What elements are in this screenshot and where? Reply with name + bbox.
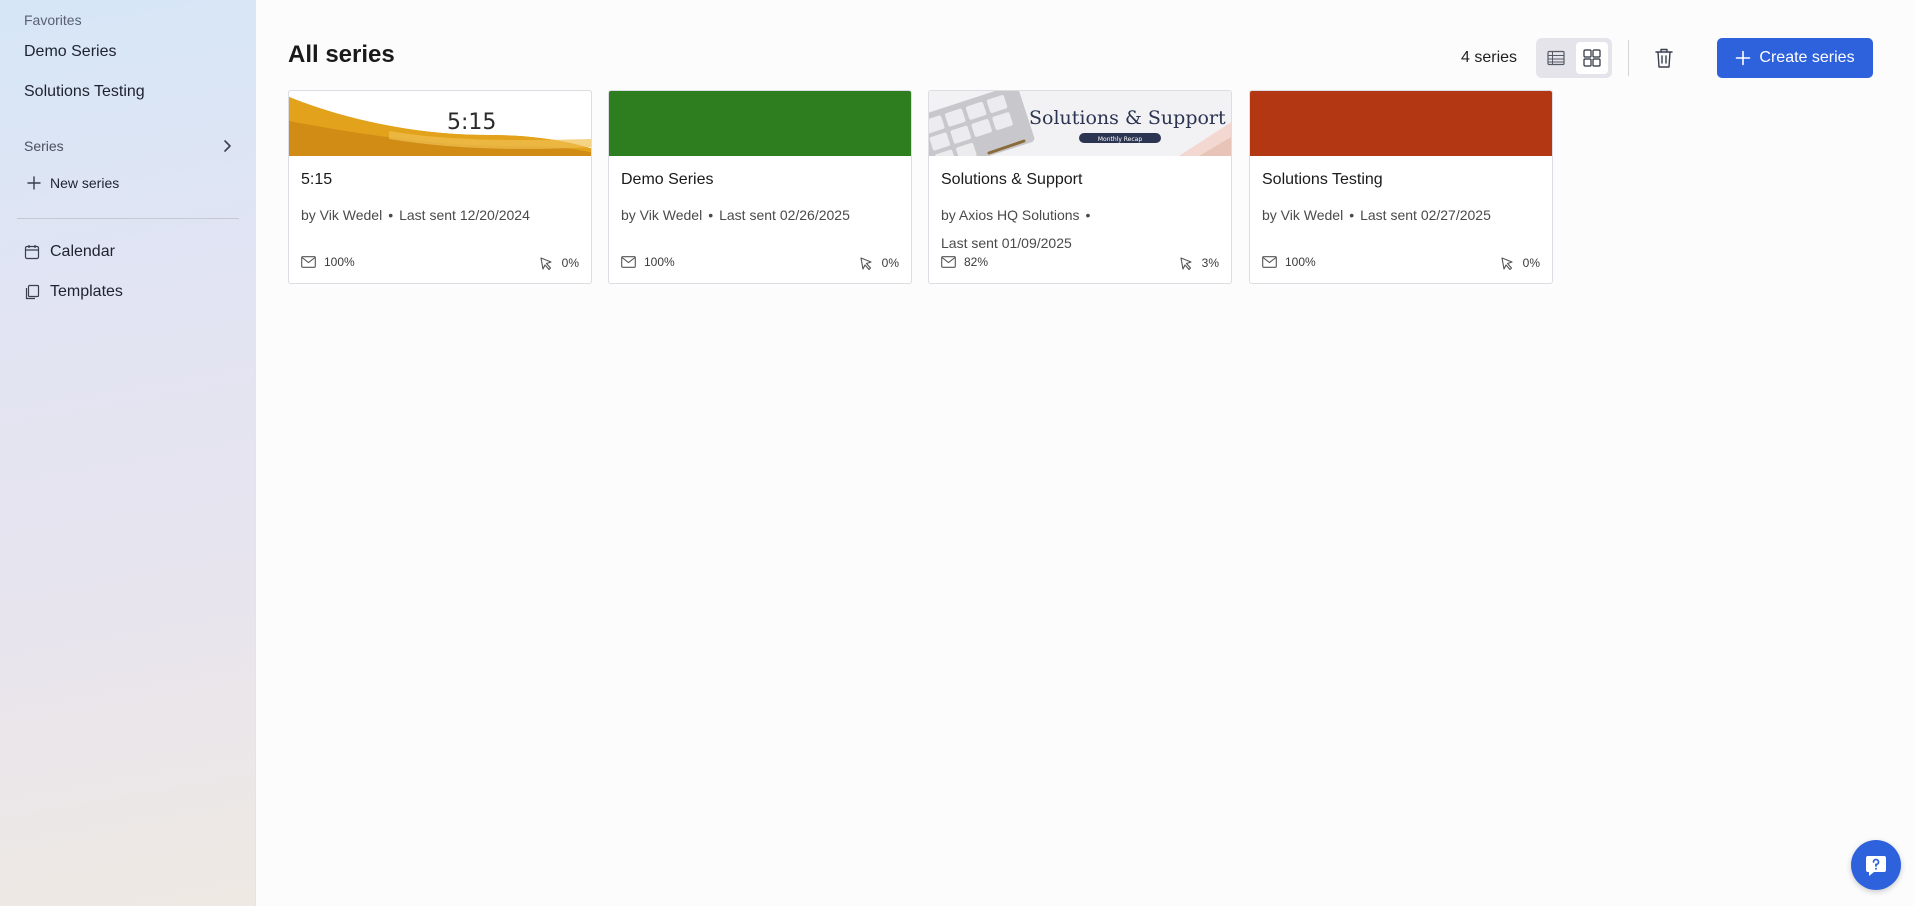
trash-icon (1654, 47, 1674, 69)
open-rate-value: 100% (324, 255, 355, 269)
card-last-sent: Last sent 02/27/2025 (1360, 207, 1491, 223)
banner-subtext: Monthly Recap (1098, 136, 1142, 143)
separator-dot: • (1349, 207, 1355, 223)
favorite-item-demo-series[interactable]: Demo Series (24, 43, 116, 61)
plus-icon (26, 175, 42, 191)
card-author: by Vik Wedel (301, 207, 383, 223)
envelope-icon (301, 256, 316, 268)
trash-button[interactable] (1648, 42, 1680, 74)
banner-text: 5:15 (447, 110, 496, 135)
envelope-icon (941, 256, 956, 268)
click-rate-value: 0% (1522, 256, 1540, 270)
grid-view-button[interactable] (1576, 42, 1608, 74)
sidebar-divider (17, 218, 239, 219)
separator-dot: • (388, 207, 394, 223)
series-card[interactable]: Solutions & Support Monthly Recap Soluti… (928, 90, 1232, 284)
card-banner: Solutions & Support Monthly Recap (929, 91, 1231, 156)
favorite-item-solutions-testing[interactable]: Solutions Testing (24, 83, 145, 101)
toolbar-divider (1628, 40, 1629, 76)
card-meta: by Vik Wedel • Last sent 12/20/2024 (301, 201, 581, 229)
page-title: All series (288, 41, 395, 68)
envelope-icon (1262, 256, 1277, 268)
calendar-icon (24, 244, 40, 260)
calendar-label: Calendar (50, 243, 115, 260)
new-series-button[interactable]: New series (26, 175, 119, 191)
card-banner: 5:15 (289, 91, 591, 156)
card-author: by Vik Wedel (621, 207, 703, 223)
grid-icon (1583, 49, 1601, 67)
open-rate-value: 100% (644, 255, 675, 269)
help-chat-button[interactable] (1851, 840, 1901, 890)
card-title: 5:15 (301, 171, 333, 188)
cursor-click-icon (1499, 255, 1515, 271)
plus-icon (1735, 50, 1751, 66)
card-title: Demo Series (621, 171, 714, 188)
create-series-button[interactable]: Create series (1717, 38, 1873, 78)
banner-text: Solutions & Support (1029, 107, 1226, 129)
card-banner (609, 91, 911, 156)
sidebar-item-templates[interactable]: Templates (24, 283, 123, 301)
card-last-sent: Last sent 12/20/2024 (399, 207, 530, 223)
click-rate-value: 3% (1201, 256, 1219, 270)
click-rate: 0% (1499, 255, 1540, 271)
open-rate-value: 82% (964, 255, 989, 269)
card-title: Solutions & Support (941, 171, 1083, 188)
open-rate: 100% (621, 255, 675, 269)
create-series-label: Create series (1759, 49, 1855, 66)
card-author: by Vik Wedel (1262, 207, 1344, 223)
view-toggle (1536, 38, 1612, 78)
card-author: by Axios HQ Solutions (941, 207, 1080, 223)
open-rate: 100% (301, 255, 355, 269)
card-banner (1250, 91, 1552, 156)
open-rate: 82% (941, 255, 988, 269)
card-last-sent: Last sent 01/09/2025 (941, 235, 1072, 251)
card-meta: by Axios HQ Solutions • Last sent 01/09/20… (941, 201, 1221, 257)
click-rate: 0% (538, 255, 579, 271)
templates-label: Templates (50, 283, 123, 300)
card-title: Solutions Testing (1262, 171, 1383, 188)
separator-dot: • (1085, 207, 1091, 223)
click-rate: 3% (1178, 255, 1219, 271)
table-icon (1547, 50, 1565, 66)
open-rate-value: 100% (1285, 255, 1316, 269)
card-meta: by Vik Wedel • Last sent 02/26/2025 (621, 201, 901, 229)
series-card[interactable]: Solutions Testing by Vik Wedel • Last sent… (1249, 90, 1553, 284)
chat-help-icon (1862, 851, 1890, 879)
series-card[interactable]: Demo Series by Vik Wedel • Last sent 02/26… (608, 90, 912, 284)
card-meta: by Vik Wedel • Last sent 02/27/2025 (1262, 201, 1542, 229)
card-last-sent: Last sent 02/26/2025 (719, 207, 850, 223)
open-rate: 100% (1262, 255, 1316, 269)
separator-dot: • (708, 207, 714, 223)
templates-icon (24, 284, 40, 300)
cursor-click-icon (538, 255, 554, 271)
series-label: Series (24, 138, 64, 154)
click-rate: 0% (858, 255, 899, 271)
chevron-right-icon (220, 139, 234, 153)
click-rate-value: 0% (881, 256, 899, 270)
series-card[interactable]: 5:15 5:15 by Vik Wedel • Last sent 12/20/2… (288, 90, 592, 284)
cursor-click-icon (1178, 255, 1194, 271)
sidebar: Favorites Demo Series Solutions Testing … (0, 0, 256, 906)
click-rate-value: 0% (561, 256, 579, 270)
favorites-label: Favorites (24, 12, 82, 28)
list-view-button[interactable] (1540, 42, 1572, 74)
cursor-click-icon (858, 255, 874, 271)
envelope-icon (621, 256, 636, 268)
sidebar-item-calendar[interactable]: Calendar (24, 243, 115, 261)
new-series-label: New series (50, 175, 120, 191)
series-section-toggle[interactable]: Series (24, 135, 234, 157)
series-count: 4 series (1461, 49, 1518, 66)
